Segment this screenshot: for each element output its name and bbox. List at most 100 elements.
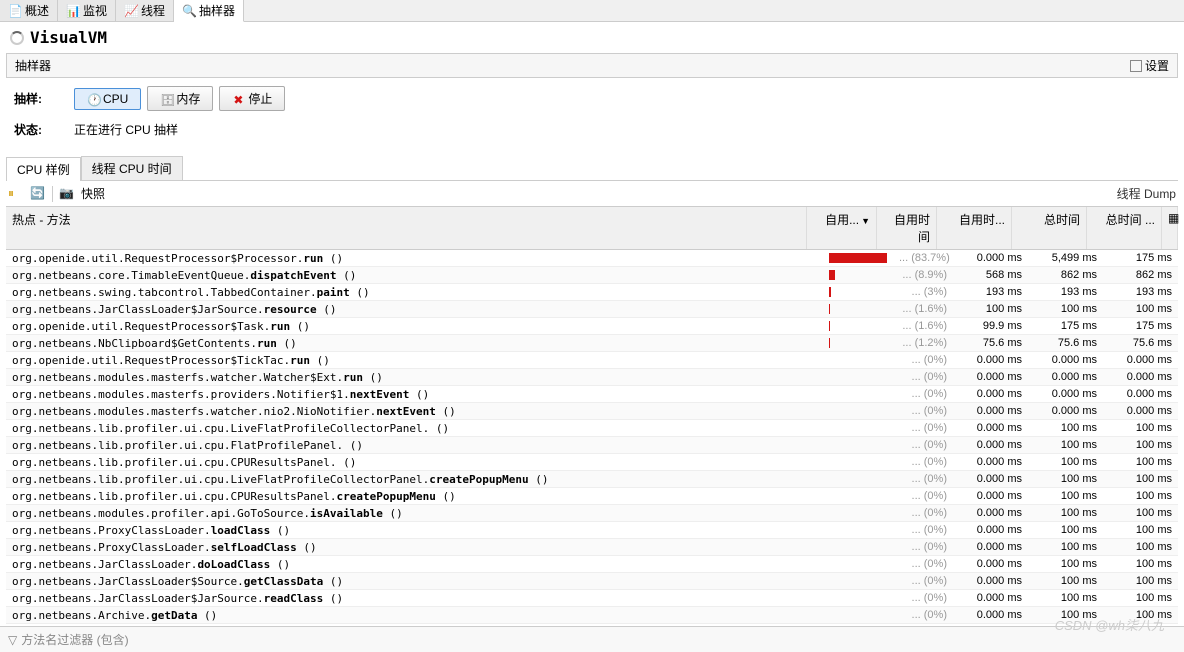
table-row[interactable]: org.netbeans.lib.profiler.ui.cpu.LiveFla… [6, 471, 1178, 488]
table-row[interactable]: org.netbeans.JarClassLoader$JarSource.re… [6, 301, 1178, 318]
cell-pct: ... (0%) [893, 574, 953, 588]
cell-method: org.netbeans.lib.profiler.ui.cpu.FlatPro… [6, 438, 823, 453]
refresh-icon[interactable]: 🔄 [30, 186, 46, 202]
col-method[interactable]: 热点 - 方法 [6, 207, 807, 249]
table-row[interactable]: org.netbeans.lib.profiler.ui.cpu.CPUResu… [6, 488, 1178, 505]
col-self-bar[interactable]: 自用...▼ [807, 207, 877, 249]
cell-total-time: 100 ms [1028, 506, 1103, 520]
cell-bar [823, 371, 893, 383]
cell-total-time2: 100 ms [1103, 608, 1178, 622]
cell-bar [823, 354, 893, 366]
table-row[interactable]: org.openide.util.RequestProcessor$Task.r… [6, 318, 1178, 335]
settings-checkbox[interactable] [1130, 60, 1142, 72]
table-row[interactable]: org.netbeans.JarClassLoader.doLoadClass … [6, 556, 1178, 573]
sample-label: 抽样: [14, 90, 74, 107]
table-row[interactable]: org.netbeans.ProxyClassLoader.loadClass … [6, 522, 1178, 539]
filter-label[interactable]: 方法名过滤器 (包含) [21, 631, 128, 648]
cell-self-time: 0.000 ms [953, 387, 1028, 401]
cell-self-time: 0.000 ms [953, 540, 1028, 554]
cell-total-time2: 862 ms [1103, 268, 1178, 282]
cell-self-time: 0.000 ms [953, 591, 1028, 605]
cell-pct: ... (0%) [893, 472, 953, 486]
cell-total-time: 0.000 ms [1028, 370, 1103, 384]
col-self-time[interactable]: 自用时... [937, 207, 1012, 249]
table-row[interactable]: org.openide.util.RequestProcessor$Proces… [6, 250, 1178, 267]
col-self-pct[interactable]: 自用时间 [877, 207, 937, 249]
table-row[interactable]: org.openide.util.RequestProcessor$TickTa… [6, 352, 1178, 369]
overview-icon: 📄 [8, 4, 22, 18]
cell-self-time: 0.000 ms [953, 251, 1028, 265]
cell-total-time: 0.000 ms [1028, 387, 1103, 401]
cell-total-time: 100 ms [1028, 523, 1103, 537]
col-total-time2[interactable]: 总时间 ... [1087, 207, 1162, 249]
status-text: 正在进行 CPU 抽样 [74, 121, 178, 138]
panel-title: 抽样器 [15, 57, 51, 74]
stop-button[interactable]: ✖停止 [219, 86, 285, 111]
table-row[interactable]: org.netbeans.JarClassLoader$JarSource.re… [6, 590, 1178, 607]
cell-total-time2: 100 ms [1103, 421, 1178, 435]
cell-method: org.netbeans.Archive.getData () [6, 608, 823, 623]
settings-toggle[interactable]: 设置 [1130, 57, 1169, 74]
cell-total-time2: 0.000 ms [1103, 625, 1178, 626]
cell-pct: ... (0%) [893, 370, 953, 384]
col-total-time[interactable]: 总时间 [1012, 207, 1087, 249]
cell-total-time2: 0.000 ms [1103, 387, 1178, 401]
table-row[interactable]: org.netbeans.lib.profiler.ui.cpu.FlatPro… [6, 437, 1178, 454]
table-row[interactable]: org.netbeans.lib.profiler.ui.cpu.LiveFla… [6, 420, 1178, 437]
cell-bar [823, 269, 893, 281]
sub-tab-thread-cpu-time[interactable]: 线程 CPU 时间 [81, 156, 183, 180]
cell-method: org.openide.util.RequestProcessor$TickTa… [6, 353, 823, 368]
tab-threads[interactable]: 📈线程 [116, 0, 174, 21]
sub-tab-cpu-samples[interactable]: CPU 样例 [6, 157, 81, 181]
cell-self-time: 0.000 ms [953, 472, 1028, 486]
table-row[interactable]: org.netbeans.Archive.getData ()... (0%)0… [6, 607, 1178, 624]
cpu-button[interactable]: 🕐CPU [74, 88, 141, 110]
tab-sampler[interactable]: 🔍抽样器 [174, 0, 244, 22]
table-row[interactable]: org.netbeans.modules.masterfs.watcher.ni… [6, 403, 1178, 420]
cell-self-time: 0.000 ms [953, 608, 1028, 622]
cell-bar [823, 558, 893, 570]
cell-bar [823, 405, 893, 417]
cell-self-time: 0.000 ms [953, 557, 1028, 571]
table-row[interactable]: org.netbeans.JarClassLoader$Source.getCl… [6, 573, 1178, 590]
tab-monitor[interactable]: 📊监视 [58, 0, 116, 21]
table-row[interactable]: org.netbeans.modules.masterfs.watcher.Wa… [6, 369, 1178, 386]
pause-icon[interactable]: ⏸ [8, 186, 24, 202]
tab-overview[interactable]: 📄概述 [0, 0, 58, 21]
cell-bar [823, 507, 893, 519]
cell-pct: ... (0%) [893, 489, 953, 503]
table-row[interactable]: org.netbeans.NbClipboard$GetContents.run… [6, 335, 1178, 352]
table-row[interactable]: org.netbeans.swing.tabcontrol.TabbedCont… [6, 284, 1178, 301]
stop-icon: ✖ [232, 93, 244, 105]
table-row[interactable]: org.netbeans.modules.profiler.api.GoToSo… [6, 505, 1178, 522]
cell-pct: ... (3%) [893, 285, 953, 299]
table-row[interactable]: org.netbeans.lib.profiler.ui.cpu.CPUResu… [6, 454, 1178, 471]
results-table: 热点 - 方法 自用...▼ 自用时间 自用时... 总时间 总时间 ... ▦… [6, 206, 1178, 626]
cell-total-time2: 193 ms [1103, 285, 1178, 299]
cell-total-time: 100 ms [1028, 421, 1103, 435]
main-tabs-bar: 📄概述 📊监视 📈线程 🔍抽样器 [0, 0, 1184, 22]
memory-button[interactable]: 🗄内存 [147, 86, 213, 111]
cell-total-time2: 75.6 ms [1103, 336, 1178, 350]
cell-pct: ... (1.6%) [893, 302, 953, 316]
table-row[interactable]: org.netbeans.core.TimableEventQueue.disp… [6, 267, 1178, 284]
table-row[interactable]: org.netbeans.CLIHandler$Server.run ()...… [6, 624, 1178, 626]
cell-self-time: 0.000 ms [953, 489, 1028, 503]
cell-self-time: 0.000 ms [953, 625, 1028, 626]
cell-pct: ... (0%) [893, 455, 953, 469]
table-row[interactable]: org.netbeans.modules.masterfs.providers.… [6, 386, 1178, 403]
thread-dump-link[interactable]: 线程 Dump [1117, 185, 1176, 202]
table-body[interactable]: org.openide.util.RequestProcessor$Proces… [6, 250, 1178, 626]
snapshot-icon[interactable]: 📷 [59, 186, 75, 202]
cell-bar [823, 473, 893, 485]
cell-method: org.netbeans.core.TimableEventQueue.disp… [6, 268, 823, 283]
cell-self-time: 75.6 ms [953, 336, 1028, 350]
cell-method: org.netbeans.swing.tabcontrol.TabbedCont… [6, 285, 823, 300]
cell-total-time2: 100 ms [1103, 489, 1178, 503]
filter-icon[interactable]: ▽ [8, 633, 17, 647]
col-scrollbar[interactable]: ▦ [1162, 207, 1178, 249]
cell-total-time2: 100 ms [1103, 574, 1178, 588]
snapshot-label[interactable]: 快照 [81, 185, 105, 202]
cell-method: org.netbeans.lib.profiler.ui.cpu.LiveFla… [6, 472, 823, 487]
table-row[interactable]: org.netbeans.ProxyClassLoader.selfLoadCl… [6, 539, 1178, 556]
